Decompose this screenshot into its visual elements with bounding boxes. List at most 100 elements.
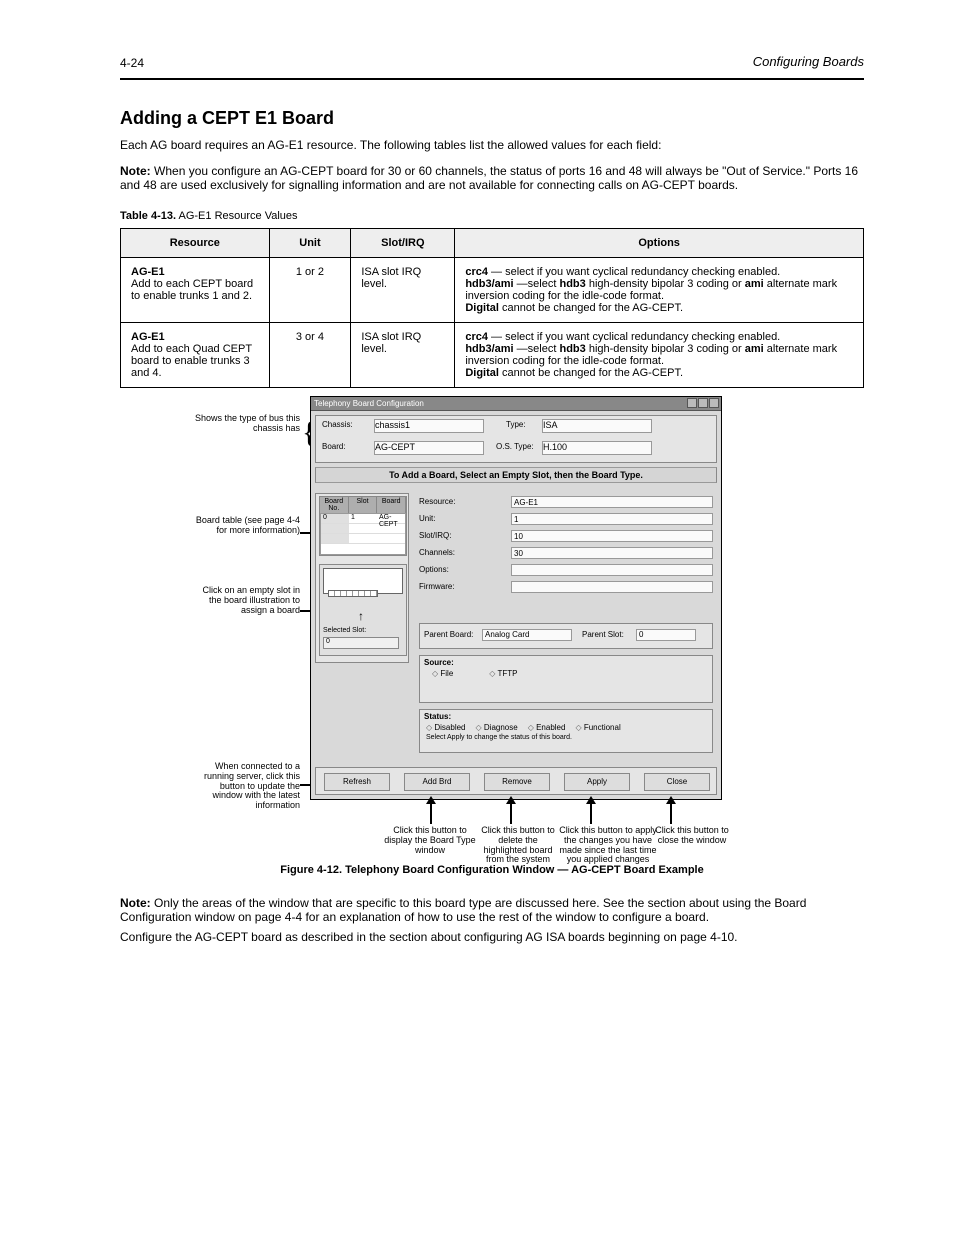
parent-board-label: Parent Board: xyxy=(424,630,473,639)
button-bar: Refresh Add Brd Remove Apply Close xyxy=(315,767,717,795)
parent-panel: Parent Board: Analog Card Parent Slot: 0 xyxy=(419,623,713,649)
col-slot: Slot xyxy=(349,497,378,513)
right-column: Resource:AG-E1 Unit:1 Slot/IRQ:10 Channe… xyxy=(415,493,717,763)
td-slot: ISA slot IRQ level. xyxy=(351,322,455,387)
figure-caption-label: Figure 4-12. xyxy=(280,864,342,876)
channels-label: Channels: xyxy=(419,548,511,557)
status-panel: Status: Disabled Diagnose Enabled Functi… xyxy=(419,709,713,753)
callout-apply: Click this button to apply the changes y… xyxy=(558,826,658,866)
radio-diagnose[interactable]: Diagnose xyxy=(476,723,518,732)
selected-slot-label: Selected Slot: xyxy=(323,627,366,634)
td-options: crc4 — select if you want cyclical redun… xyxy=(455,257,864,322)
after-note-label: Note: xyxy=(120,896,151,910)
config-window: Telephony Board Configuration Chassis: c… xyxy=(310,396,722,800)
th-resource: Resource xyxy=(121,228,270,257)
firmware-value[interactable] xyxy=(511,581,713,593)
cell: 1 xyxy=(349,514,377,523)
radio-file[interactable]: File xyxy=(432,669,453,678)
chassis-label: Chassis: xyxy=(322,420,353,429)
table-row: AG-E1Add to each CEPT board to enable tr… xyxy=(121,257,864,322)
refresh-button[interactable]: Refresh xyxy=(324,773,390,791)
type-label: Type: xyxy=(506,420,526,429)
callout-remove: Click this button to delete the highligh… xyxy=(478,826,558,866)
channels-value[interactable]: 30 xyxy=(511,547,713,559)
type-value: ISA xyxy=(542,419,652,433)
cell: AG-CEPT xyxy=(377,514,405,523)
td-options: crc4 — select if you want cyclical redun… xyxy=(455,322,864,387)
minimize-icon[interactable] xyxy=(687,398,697,408)
section-body: Each AG board requires an AG-E1 resource… xyxy=(120,137,864,154)
status-title: Status: xyxy=(420,710,712,723)
resource-value[interactable]: AG-E1 xyxy=(511,496,713,508)
parent-slot-value[interactable]: 0 xyxy=(636,629,696,641)
board-illustration[interactable]: ↑ Selected Slot: 0 xyxy=(319,564,407,656)
radio-tftp[interactable]: TFTP xyxy=(489,669,517,678)
instruction-bar: To Add a Board, Select an Empty Slot, th… xyxy=(315,467,717,483)
pcb-icon[interactable] xyxy=(323,568,403,594)
callout-board: Click on an empty slot in the board illu… xyxy=(194,586,300,616)
arrow-head-icon xyxy=(506,796,516,804)
maximize-icon[interactable] xyxy=(698,398,708,408)
arrow-head-icon xyxy=(426,796,436,804)
options-label: Options: xyxy=(419,565,511,574)
source-panel: Source: File TFTP xyxy=(419,655,713,703)
after-figure-block: Note: Only the areas of the window that … xyxy=(120,896,864,944)
up-arrow-icon: ↑ xyxy=(358,609,364,623)
after-p2: Configure the AG-CEPT board as described… xyxy=(120,930,864,944)
slot-value[interactable]: 10 xyxy=(511,530,713,542)
callout-table: Board table (see page 4-4 for more infor… xyxy=(194,516,300,536)
callout-add: Click this button to display the Board T… xyxy=(382,826,478,856)
resource-fields: Resource:AG-E1 Unit:1 Slot/IRQ:10 Channe… xyxy=(419,495,713,597)
header-rule xyxy=(120,78,864,80)
section-note: Note: When you configure an AG-CEPT boar… xyxy=(120,164,864,192)
chapter-title: Configuring Boards xyxy=(753,54,864,69)
info-panel: Chassis: chassis1 Type: ISA Board: AG-CE… xyxy=(315,415,717,463)
figure-caption: Figure 4-12. Telephony Board Configurati… xyxy=(120,864,864,876)
source-title: Source: xyxy=(420,656,712,669)
selected-slot-value[interactable]: 0 xyxy=(323,637,399,649)
note-text: When you configure an AG-CEPT board for … xyxy=(120,164,858,192)
radio-disabled[interactable]: Disabled xyxy=(426,723,466,732)
ostype-label: O.S. Type: xyxy=(496,442,534,451)
parent-board-value[interactable]: Analog Card xyxy=(482,629,572,641)
radio-functional[interactable]: Functional xyxy=(575,723,620,732)
chassis-value: chassis1 xyxy=(374,419,484,433)
td-unit: 1 or 2 xyxy=(269,257,351,322)
close-button[interactable]: Close xyxy=(644,773,710,791)
table-caption: Table 4-13. AG-E1 Resource Values xyxy=(120,210,864,222)
left-column: Board No. Slot Board 01AG-CEPT ↑ xyxy=(315,493,409,663)
close-icon[interactable] xyxy=(709,398,719,408)
arrow-head-icon xyxy=(586,796,596,804)
figure: Shows the type of bus this chassis has {… xyxy=(212,396,772,856)
resource-label: Resource: xyxy=(419,497,511,506)
arrow-head-icon xyxy=(666,796,676,804)
window-titlebar: Telephony Board Configuration xyxy=(311,397,721,411)
options-value[interactable] xyxy=(511,564,713,576)
col-boardno: Board No. xyxy=(320,497,349,513)
parent-slot-label: Parent Slot: xyxy=(582,630,624,639)
unit-value[interactable]: 1 xyxy=(511,513,713,525)
apply-button[interactable]: Apply xyxy=(564,773,630,791)
slot-label: Slot/IRQ: xyxy=(419,531,511,540)
th-unit: Unit xyxy=(269,228,351,257)
board-label: Board: xyxy=(322,442,346,451)
board-table[interactable]: Board No. Slot Board 01AG-CEPT xyxy=(319,496,407,556)
note-label: Note: xyxy=(120,164,151,178)
section-title: Adding a CEPT E1 Board xyxy=(120,108,864,129)
table-caption-label: Table 4-13. xyxy=(120,210,176,222)
remove-button[interactable]: Remove xyxy=(484,773,550,791)
figure-caption-text: Telephony Board Configuration Window — A… xyxy=(345,864,704,876)
table-row: AG-E1Add to each Quad CEPT board to enab… xyxy=(121,322,864,387)
th-options: Options xyxy=(455,228,864,257)
radio-enabled[interactable]: Enabled xyxy=(528,723,566,732)
firmware-label: Firmware: xyxy=(419,582,511,591)
td-resource: AG-E1Add to each CEPT board to enable tr… xyxy=(121,257,270,322)
td-slot: ISA slot IRQ level. xyxy=(351,257,455,322)
add-board-button[interactable]: Add Brd xyxy=(404,773,470,791)
col-board: Board xyxy=(377,497,406,513)
board-value: AG-CEPT xyxy=(374,441,484,455)
ostype-value: H.100 xyxy=(542,441,652,455)
table-caption-text: AG-E1 Resource Values xyxy=(179,210,298,222)
resource-table: Resource Unit Slot/IRQ Options AG-E1Add … xyxy=(120,228,864,388)
callout-refresh: When connected to a running server, clic… xyxy=(194,762,300,811)
